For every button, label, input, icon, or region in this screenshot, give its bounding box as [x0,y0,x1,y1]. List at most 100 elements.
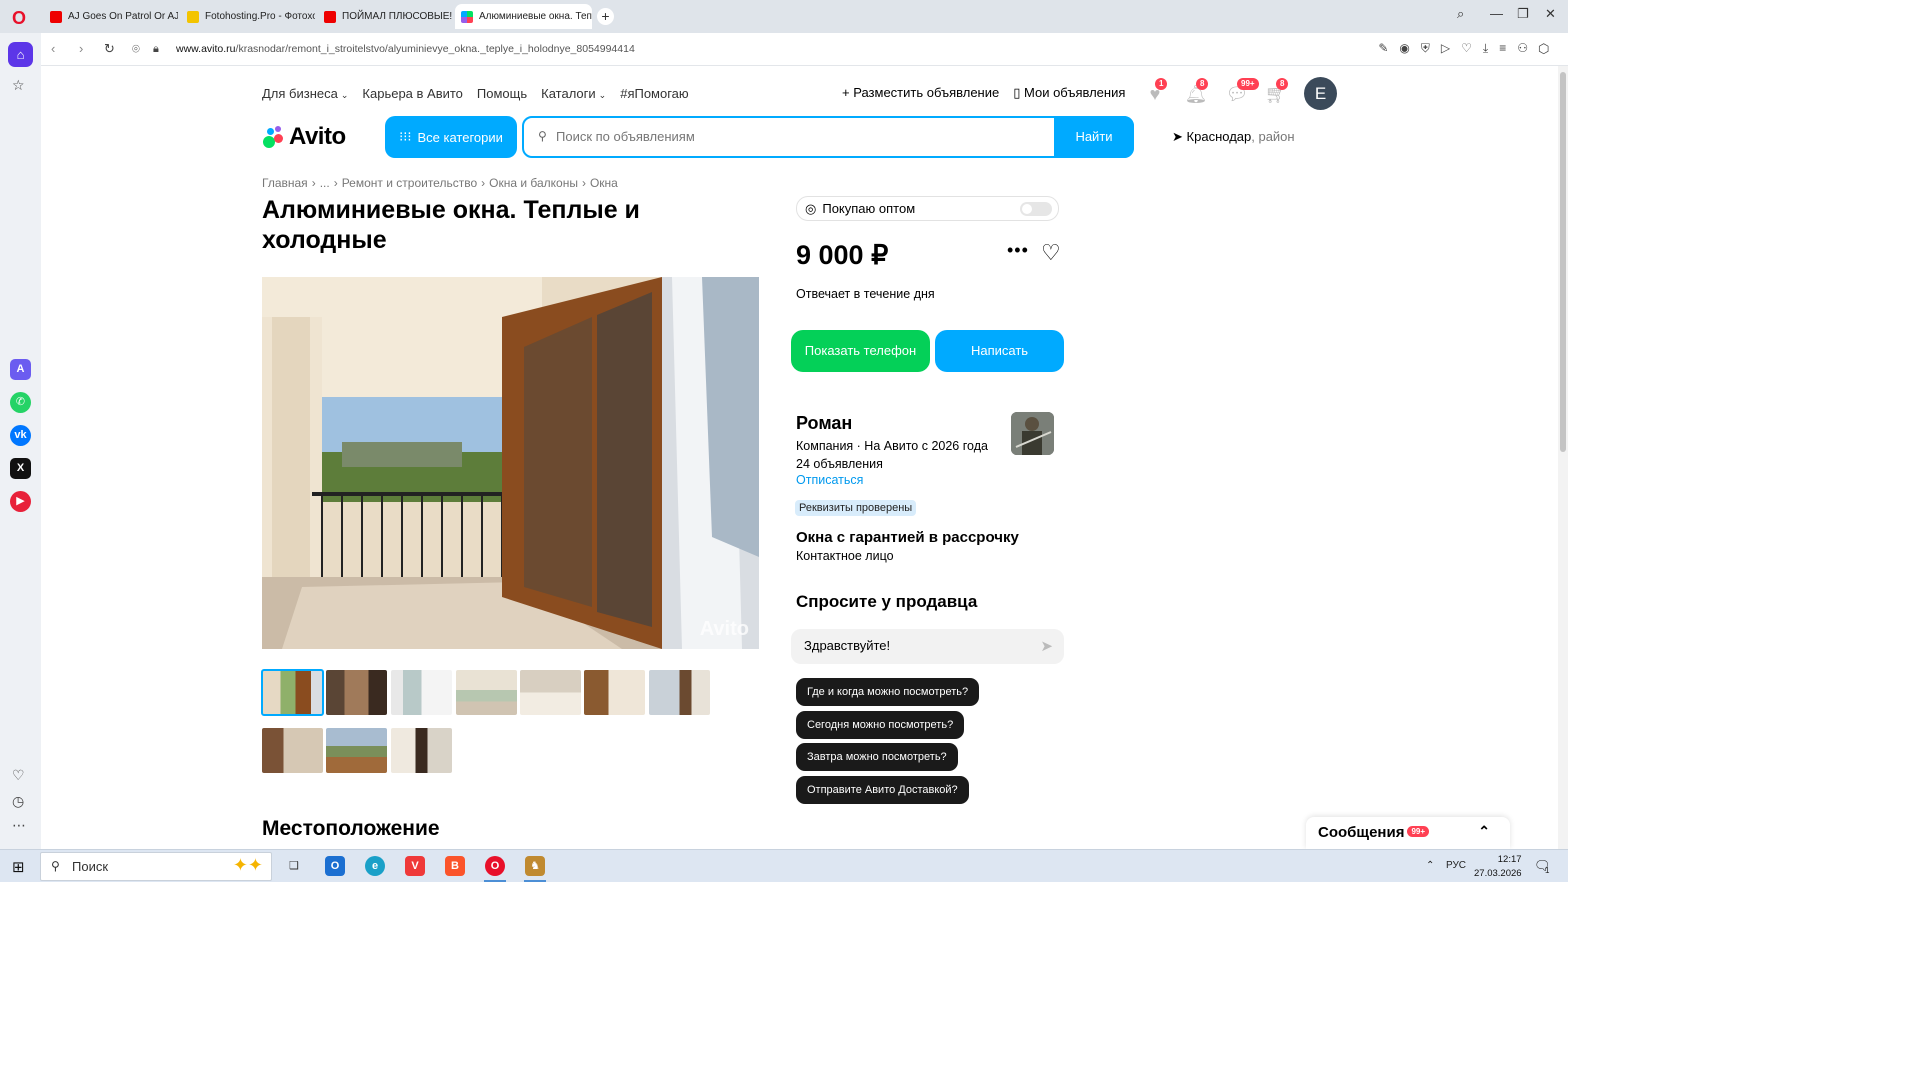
quick-question-chip[interactable]: Отправите Авито Доставкой? [796,776,969,804]
browser-tab[interactable]: Fotohosting.Pro - Фотохо [181,4,315,29]
breadcrumb-item[interactable]: ... [320,176,330,190]
aria-icon[interactable]: A [10,359,31,380]
star-icon[interactable]: ☆ [12,77,25,94]
cube-icon[interactable]: ⬡ [1538,41,1549,57]
location-pin-icon[interactable]: ⌾ [132,41,140,57]
message-input[interactable] [804,638,1024,653]
heart-icon[interactable]: ♡ [12,767,25,784]
chevron-up-icon[interactable]: ⌃ [1478,823,1490,840]
heart-icon[interactable]: ♡ [1461,41,1472,56]
photo-thumbnail[interactable] [391,728,452,773]
shield-icon[interactable]: ⛨ [1421,41,1430,56]
scrollbar-thumb[interactable] [1560,72,1566,452]
reload-icon[interactable]: ↻ [104,41,115,57]
wholesale-toggle-row[interactable]: ◎ Покупаю оптом [796,196,1059,221]
play-icon[interactable]: ▷ [1441,41,1450,56]
photo-thumbnail[interactable] [261,669,324,716]
all-categories-button[interactable]: ⁝⁝⁝ Все категории [385,116,517,158]
edit-icon[interactable]: ✎ [1378,41,1388,56]
menu-icon[interactable]: ≡ [1499,41,1506,56]
history-icon[interactable]: ◷ [12,793,24,810]
game-icon[interactable]: ♞ [525,856,545,876]
restore-icon[interactable]: ❐ [1517,6,1529,22]
messages-panel[interactable]: Сообщения 99+ ⌃ [1306,817,1510,849]
show-phone-button[interactable]: Показать телефон [791,330,930,372]
taskbar-search[interactable]: ⚲ Поиск ✦✦ [40,852,272,881]
search-input[interactable] [556,129,1036,144]
x-icon[interactable]: X [10,458,31,479]
forward-icon[interactable]: › [79,41,83,56]
photo-thumbnail[interactable] [391,670,452,715]
cart-icon[interactable]: 🛒︎ 8 [1264,78,1289,106]
task-view-icon[interactable]: ❑ [284,856,304,876]
lock-icon[interactable]: 🔒︎ [153,43,159,56]
quick-question-chip[interactable]: Завтра можно посмотреть? [796,743,958,771]
post-ad-link[interactable]: + Разместить объявление [842,85,999,101]
quick-question-chip[interactable]: Где и когда можно посмотреть? [796,678,980,706]
shop-name[interactable]: Окна с гарантией в рассрочку [796,529,1019,546]
unsubscribe-link[interactable]: Отписаться [796,473,863,487]
page-scrollbar[interactable] [1558,66,1568,849]
browser-tab-active[interactable]: Алюминиевые окна. Теп [455,4,592,29]
notifications-icon[interactable]: 🔔︎ 8 [1184,78,1209,106]
back-icon[interactable]: ‹ [51,41,55,56]
breadcrumb-item[interactable]: Ремонт и строительство [342,176,477,190]
send-icon[interactable]: ➤ [1040,637,1053,655]
nav-for-business[interactable]: Для бизнеса ⌄ [262,86,348,101]
nav-help[interactable]: Помощь [477,86,527,101]
more-options-icon[interactable]: ••• [1007,240,1029,261]
profile-icon[interactable]: ⚇ [1517,41,1528,56]
avito-logo[interactable]: Avito [262,123,346,151]
more-icon[interactable]: ⋯ [12,817,26,834]
language-indicator[interactable]: РУС [1446,860,1466,871]
photo-thumbnail[interactable] [326,670,387,715]
favorite-heart-icon[interactable]: ♡ [1041,240,1061,266]
vivaldi-icon[interactable]: V [405,856,425,876]
main-photo[interactable]: Avito [262,277,759,649]
browser-tab[interactable]: ПОЙМАЛ ПЛЮСОВЫЕ! Т [318,4,452,29]
search-tabs-icon[interactable]: ⌕ [1457,6,1464,22]
whatsapp-icon[interactable]: ✆ [10,392,31,413]
breadcrumb-item[interactable]: Окна [590,176,618,190]
windows-start-icon[interactable]: ⊞ [12,858,25,876]
opera-logo-icon[interactable]: O [8,7,30,29]
vk-icon[interactable]: vk [10,425,31,446]
close-icon[interactable]: ✕ [1545,6,1556,22]
photo-thumbnail[interactable] [520,670,581,715]
my-ads-link[interactable]: ▯ Мои объявления [1013,85,1125,101]
favorites-icon[interactable]: ♥ 1 [1143,78,1168,106]
quick-question-chip[interactable]: Сегодня можно посмотреть? [796,711,965,739]
outlook-icon[interactable]: O [325,856,345,876]
photo-thumbnail[interactable] [262,728,323,773]
user-avatar[interactable]: E [1304,77,1337,110]
location-selector[interactable]: ➤ Краснодар, район [1172,129,1295,145]
edge-icon[interactable]: e [365,856,385,876]
messages-icon[interactable]: 💬︎ 99+ [1225,78,1259,106]
breadcrumb-item[interactable]: Окна и балконы [489,176,578,190]
write-message-button[interactable]: Написать [935,330,1064,372]
nav-i-help[interactable]: #яПомогаю [620,86,688,101]
home-icon[interactable]: ⌂ [8,42,33,67]
photo-thumbnail[interactable] [584,670,645,715]
photo-thumbnail[interactable] [456,670,517,715]
url-field[interactable]: www.avito.ru/krasnodar/remont_i_stroitel… [176,43,635,55]
brave-icon[interactable]: B [445,856,465,876]
player-icon[interactable]: ▶ [10,491,31,512]
taskbar-clock[interactable]: 12:17 27.03.2026 [1474,853,1522,881]
new-tab-button[interactable]: + [597,8,614,25]
nav-catalogs[interactable]: Каталоги ⌄ [541,86,606,101]
seller-ads-count[interactable]: 24 объявления [796,455,988,473]
breadcrumb-item[interactable]: Главная [262,176,308,190]
opera-icon[interactable]: O [485,856,505,876]
seller-avatar[interactable] [1011,412,1054,455]
photo-thumbnail[interactable] [326,728,387,773]
seller-name[interactable]: Роман [796,413,852,434]
browser-tab[interactable]: AJ Goes On Patrol Or AJ S [44,4,178,29]
minimize-icon[interactable]: — [1490,6,1503,21]
wholesale-toggle[interactable] [1020,202,1052,216]
download-icon[interactable]: ⤓ [1483,41,1488,56]
nav-career[interactable]: Карьера в Авито [362,86,463,101]
photo-thumbnail[interactable] [649,670,710,715]
chevron-up-icon[interactable]: ⌃ [1426,860,1434,871]
camera-icon[interactable]: ◉ [1399,41,1409,56]
